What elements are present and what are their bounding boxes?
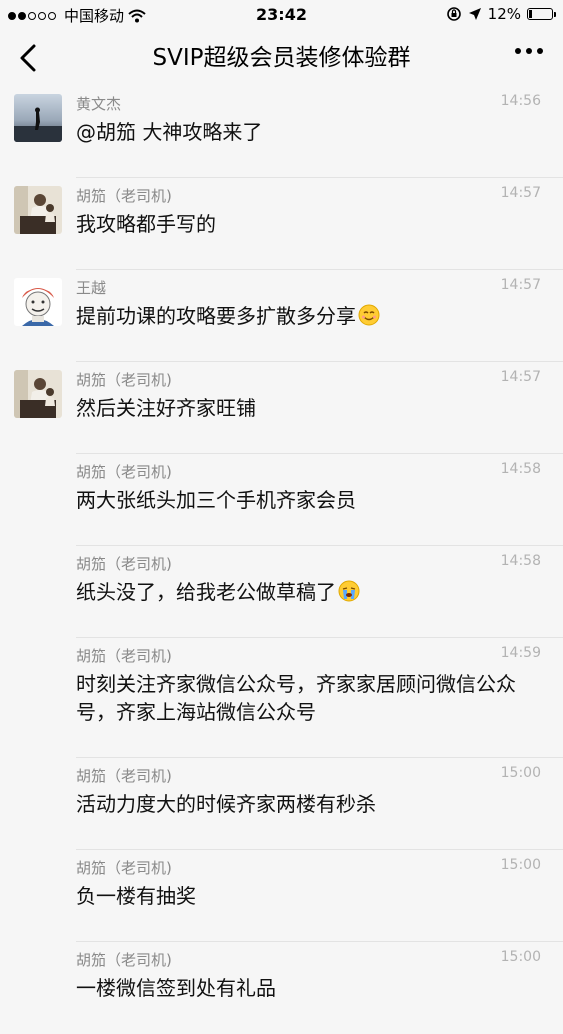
message-row[interactable]: 胡笳（老司机) 14:57 然后关注好齐家旺铺 bbox=[0, 362, 563, 454]
message-text: 然后关注好齐家旺铺 bbox=[76, 394, 541, 422]
message-row[interactable]: 王越 14:57 提前功课的攻略要多扩散多分享 bbox=[0, 270, 563, 362]
message-text-content: 活动力度大的时候齐家两楼有秒杀 bbox=[76, 792, 376, 816]
more-dots-icon bbox=[515, 48, 521, 54]
message-row[interactable]: 黄文杰 14:56 @胡笳 大神攻略来了 bbox=[0, 86, 563, 178]
message-text: 负一楼有抽奖 bbox=[76, 882, 541, 910]
navigation-bar: SVIP超级会员装修体验群 bbox=[0, 30, 563, 86]
message-text: 提前功课的攻略要多扩散多分享 bbox=[76, 302, 541, 330]
message-text-content: 提前功课的攻略要多扩散多分享 bbox=[76, 304, 356, 328]
message-time: 14:57 bbox=[500, 277, 541, 293]
back-button[interactable] bbox=[14, 40, 44, 76]
smile-emoji-icon bbox=[358, 304, 380, 326]
sender-name: 胡笳（老司机) bbox=[76, 187, 172, 205]
message-text-content: 我攻略都手写的 bbox=[76, 212, 216, 236]
message-text-content: 纸头没了，给我老公做草稿了 bbox=[76, 580, 336, 604]
user-avatar[interactable] bbox=[14, 370, 62, 418]
battery-level-fill bbox=[529, 10, 532, 18]
orientation-lock-icon bbox=[446, 7, 461, 21]
message-time: 15:00 bbox=[500, 949, 541, 965]
sender-name: 胡笳（老司机) bbox=[76, 555, 172, 573]
chevron-left-icon bbox=[20, 44, 36, 72]
message-text-content: @胡笳 大神攻略来了 bbox=[76, 120, 263, 144]
sender-name: 胡笳（老司机) bbox=[76, 859, 172, 877]
sender-name: 黄文杰 bbox=[76, 95, 122, 113]
message-row[interactable]: 胡笳（老司机) 14:57 我攻略都手写的 bbox=[0, 178, 563, 270]
message-row[interactable]: 胡笳（老司机) 15:00 活动力度大的时候齐家两楼有秒杀 bbox=[0, 758, 563, 850]
message-row[interactable]: 胡笳（老司机) 14:58 两大张纸头加三个手机齐家会员 bbox=[0, 454, 563, 546]
message-time: 14:57 bbox=[500, 369, 541, 385]
message-text: 活动力度大的时候齐家两楼有秒杀 bbox=[76, 790, 541, 818]
battery-percent: 12% bbox=[487, 5, 521, 23]
message-row[interactable]: 胡笳（老司机) 14:59 时刻关注齐家微信公众号，齐家家居顾问微信公众号，齐家上海… bbox=[0, 638, 563, 758]
message-time: 14:58 bbox=[500, 461, 541, 477]
message-text: 一楼微信签到处有礼品 bbox=[76, 974, 541, 1002]
location-arrow-icon bbox=[468, 8, 481, 20]
message-text: 纸头没了，给我老公做草稿了 bbox=[76, 578, 541, 606]
message-text-content: 一楼微信签到处有礼品 bbox=[76, 976, 276, 1000]
message-time: 14:58 bbox=[500, 553, 541, 569]
status-bar: 中国移动 23:42 12% bbox=[0, 0, 563, 30]
message-row[interactable]: 胡笳（老司机) 15:00 负一楼有抽奖 bbox=[0, 850, 563, 942]
message-text-content: 负一楼有抽奖 bbox=[76, 884, 196, 908]
user-avatar[interactable] bbox=[14, 94, 62, 142]
sender-name: 胡笳（老司机) bbox=[76, 951, 172, 969]
sender-name: 胡笳（老司机) bbox=[76, 647, 172, 665]
message-text-content: 时刻关注齐家微信公众号，齐家家居顾问微信公众号，齐家上海站微信公众号 bbox=[76, 672, 516, 724]
message-time: 14:56 bbox=[500, 93, 541, 109]
message-time: 15:00 bbox=[500, 765, 541, 781]
battery-icon bbox=[527, 8, 556, 20]
message-text: 时刻关注齐家微信公众号，齐家家居顾问微信公众号，齐家上海站微信公众号 bbox=[76, 670, 541, 726]
message-time: 14:57 bbox=[500, 185, 541, 201]
more-button[interactable] bbox=[515, 48, 543, 54]
message-text: 两大张纸头加三个手机齐家会员 bbox=[76, 486, 541, 514]
sender-name: 王越 bbox=[76, 279, 107, 297]
message-text-content: 两大张纸头加三个手机齐家会员 bbox=[76, 488, 356, 512]
sender-name: 胡笳（老司机) bbox=[76, 463, 172, 481]
status-right: 12% bbox=[446, 5, 556, 23]
sender-name: 胡笳（老司机) bbox=[76, 767, 172, 785]
message-text: @胡笳 大神攻略来了 bbox=[76, 118, 541, 146]
user-avatar[interactable] bbox=[14, 278, 62, 326]
user-avatar[interactable] bbox=[14, 186, 62, 234]
crying-emoji-icon bbox=[338, 580, 360, 602]
message-time: 15:00 bbox=[500, 857, 541, 873]
message-row[interactable]: 胡笳（老司机) 15:00 一楼微信签到处有礼品 bbox=[0, 942, 563, 1034]
message-row[interactable]: 胡笳（老司机) 14:58 纸头没了，给我老公做草稿了 bbox=[0, 546, 563, 638]
message-text: 我攻略都手写的 bbox=[76, 210, 541, 238]
message-text-content: 然后关注好齐家旺铺 bbox=[76, 396, 256, 420]
chat-title: SVIP超级会员装修体验群 bbox=[152, 45, 411, 71]
message-time: 14:59 bbox=[500, 645, 541, 661]
sender-name: 胡笳（老司机) bbox=[76, 371, 172, 389]
